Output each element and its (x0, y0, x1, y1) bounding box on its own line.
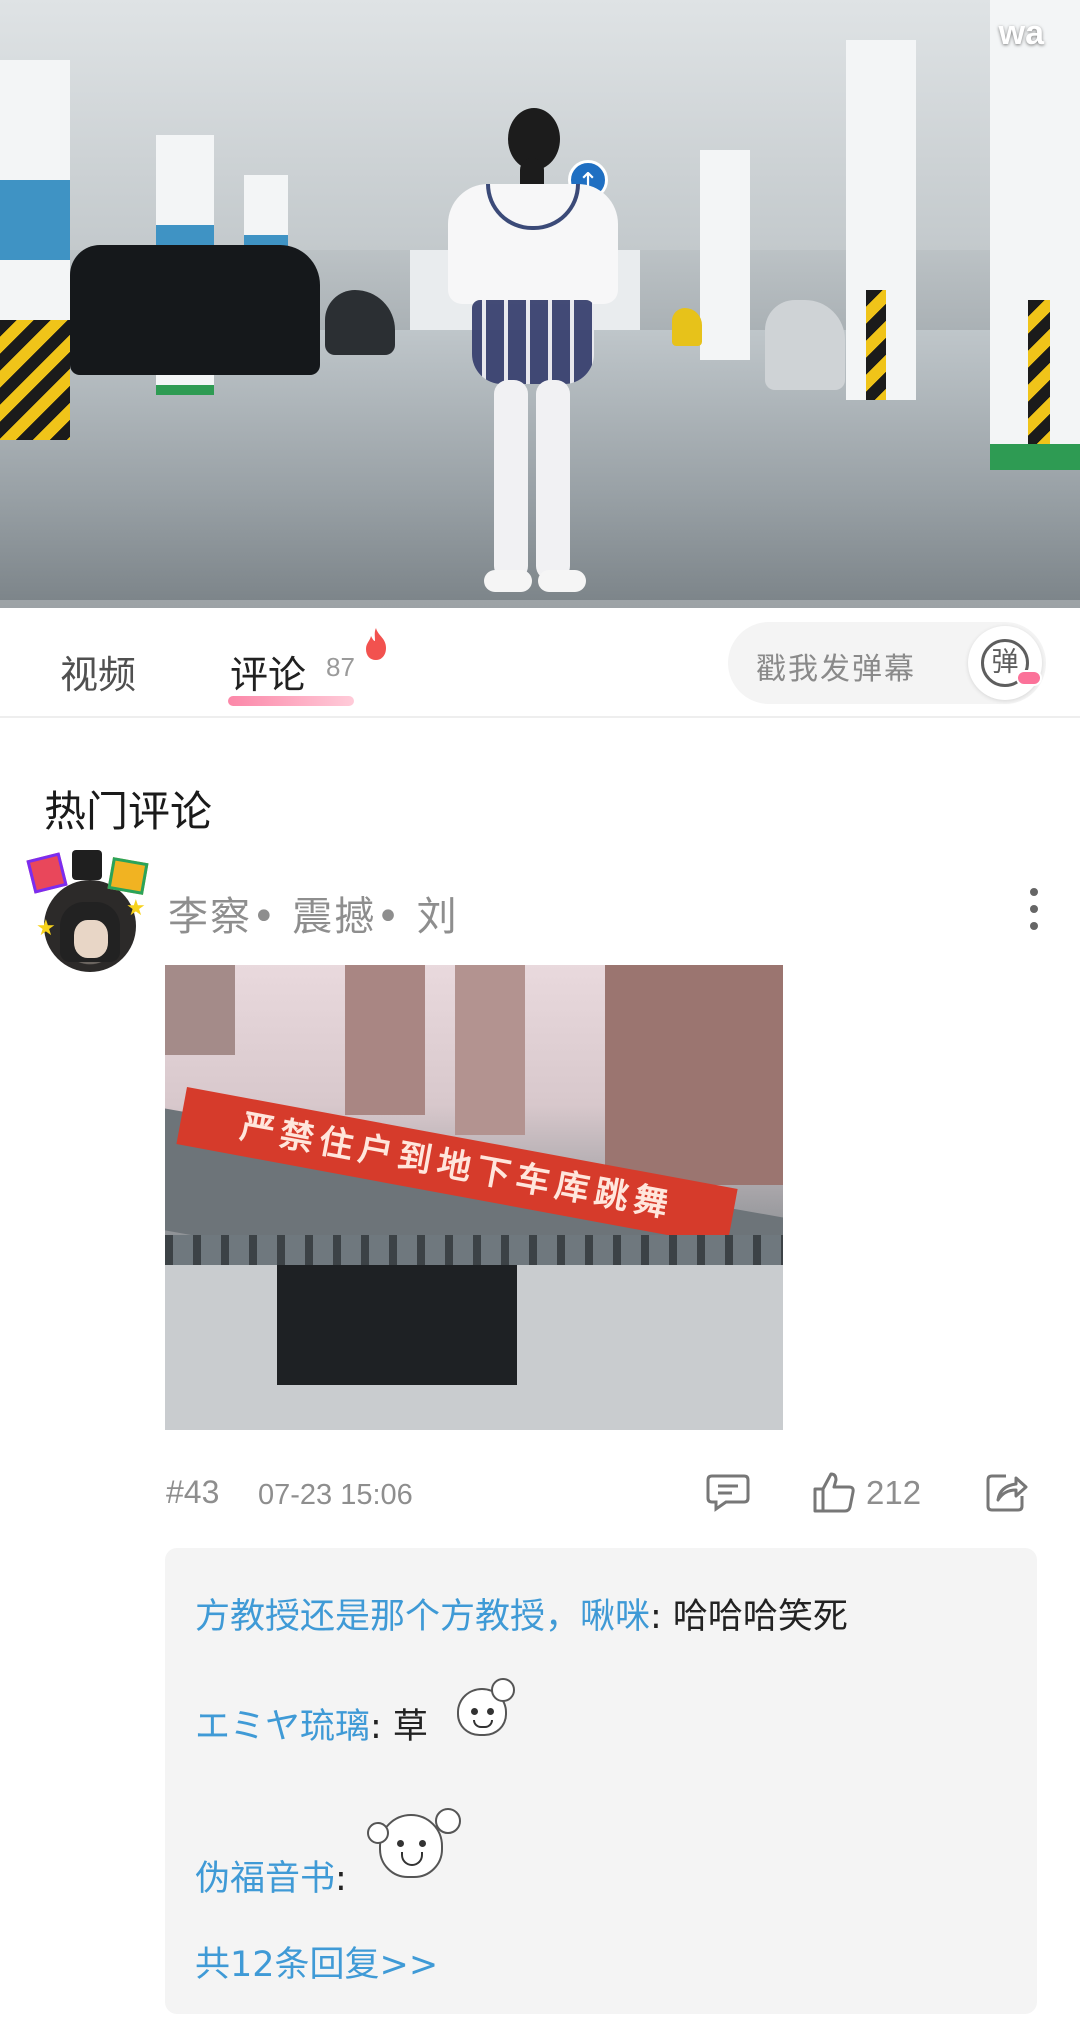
video-watermark: wa (998, 14, 1044, 52)
tab-comments[interactable]: 评论 (230, 644, 306, 699)
section-title: 热门评论 (44, 787, 213, 836)
video-car (765, 300, 845, 390)
video-car (70, 245, 320, 375)
smug-face-sticker-icon (457, 1678, 515, 1736)
danmaku-toggle-switch (1016, 670, 1042, 686)
video-car (672, 308, 702, 346)
video-dancer (438, 108, 628, 608)
comment-floor: #43 (166, 1474, 220, 1510)
reply-author[interactable]: 方教授还是那个方教授，啾咪 (195, 1597, 650, 1637)
fire-icon (366, 628, 386, 660)
crying-laugh-sticker-icon (367, 1808, 461, 1878)
tab-video[interactable]: 视频 (60, 644, 136, 699)
view-all-replies-link[interactable]: 共12条回复>> (195, 1936, 438, 1987)
like-count: 212 (866, 1474, 922, 1511)
comment-time: 07-23 15:06 (258, 1479, 413, 1511)
like-icon[interactable] (812, 1470, 856, 1514)
share-icon[interactable] (984, 1470, 1028, 1514)
reply-item[interactable]: 伪福音书: (195, 1850, 347, 1901)
reply-text: : 草 (370, 1707, 428, 1747)
reply-author[interactable]: 伪福音书 (195, 1859, 335, 1899)
reply-author[interactable]: エミヤ琉璃 (195, 1707, 370, 1747)
reply-text: : 哈哈哈笑死 (650, 1597, 848, 1637)
comment-username[interactable]: 李察• 震撼• 刘 (168, 884, 459, 942)
reply-item[interactable]: エミヤ琉璃: 草 (195, 1698, 428, 1749)
avatar[interactable]: ★ ★ (26, 850, 150, 976)
video-progress-bar[interactable] (0, 600, 1080, 608)
video-pillar (990, 0, 1080, 470)
comment-image[interactable]: 严禁住户到地下车库跳舞 (165, 965, 783, 1430)
tab-bar: 视频 评论 87 戳我发弹幕 弹 (0, 608, 1080, 718)
reply-preview-box[interactable]: 方教授还是那个方教授，啾咪: 哈哈哈笑死 エミヤ琉璃: 草 伪福音书: 共12条… (165, 1548, 1037, 2014)
reply-item[interactable]: 方教授还是那个方教授，啾咪: 哈哈哈笑死 (195, 1588, 848, 1639)
video-car (325, 290, 395, 355)
reply-text: : (335, 1859, 347, 1899)
video-pillar (700, 150, 750, 360)
danmaku-input[interactable]: 戳我发弹幕 弹 (728, 622, 1046, 704)
video-pillar (846, 40, 916, 400)
more-options-icon[interactable] (1022, 888, 1046, 938)
video-pillar (0, 60, 70, 440)
video-player[interactable]: ↑ wa (0, 0, 1080, 608)
reply-icon[interactable] (706, 1472, 750, 1512)
comments-count: 87 (326, 652, 355, 682)
danmaku-toggle-icon[interactable]: 弹 (968, 626, 1042, 700)
danmaku-placeholder: 戳我发弹幕 (756, 652, 916, 687)
